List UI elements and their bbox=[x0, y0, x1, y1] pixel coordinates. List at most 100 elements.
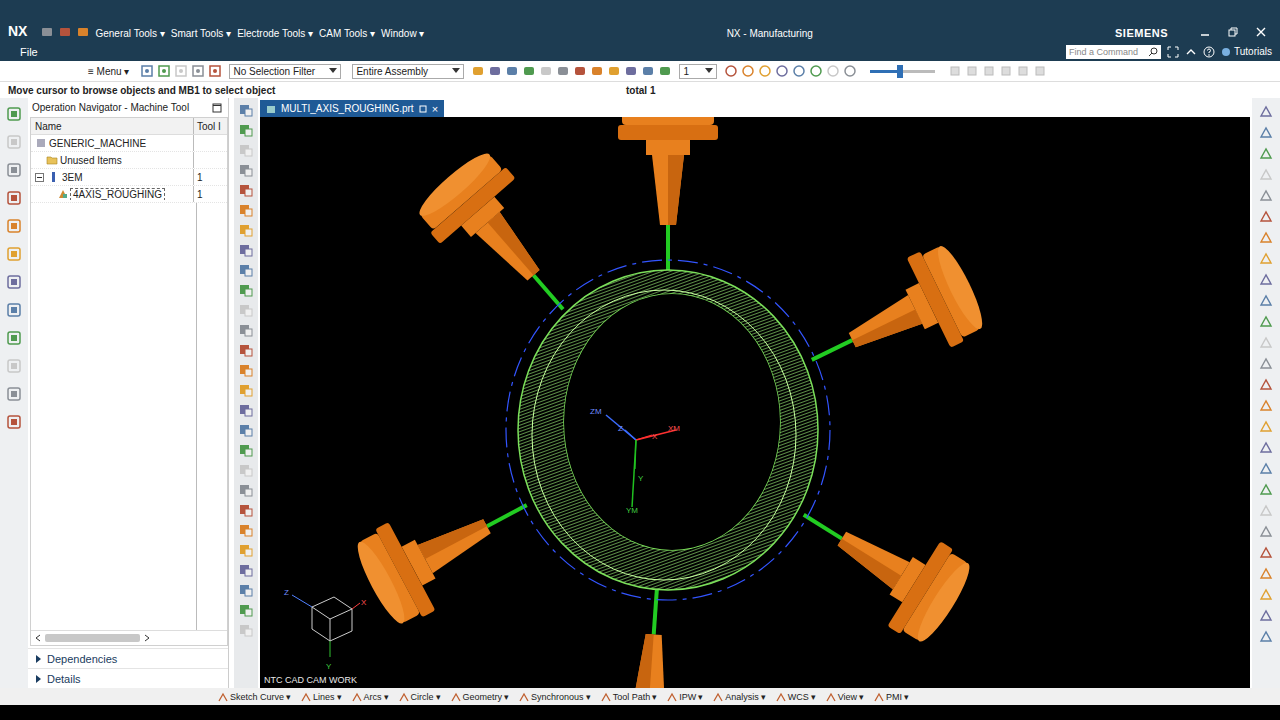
tutorials-link[interactable]: Tutorials bbox=[1221, 46, 1272, 57]
column-header[interactable]: Tool I bbox=[193, 118, 227, 134]
cam-command-icon[interactable] bbox=[238, 222, 254, 238]
snap-icon[interactable] bbox=[624, 64, 638, 78]
navigator-row[interactable]: 3EM1 bbox=[31, 169, 227, 186]
minimize-icon[interactable] bbox=[1200, 27, 1210, 37]
sketch-command-icon[interactable] bbox=[1258, 104, 1274, 120]
view-icon[interactable] bbox=[843, 64, 857, 78]
snap-icon[interactable] bbox=[658, 64, 672, 78]
cam-command-icon[interactable] bbox=[238, 142, 254, 158]
bottom-menu[interactable]: Arcs ▾ bbox=[352, 692, 389, 702]
quick-access-menu[interactable]: CAM Tools ▾ bbox=[319, 28, 375, 39]
sketch-command-icon[interactable] bbox=[1258, 524, 1274, 540]
help-icon[interactable] bbox=[1203, 46, 1215, 58]
resource-tab-icon[interactable] bbox=[6, 330, 22, 346]
cam-command-icon[interactable] bbox=[238, 542, 254, 558]
expand-toggle[interactable] bbox=[35, 173, 44, 182]
sketch-command-icon[interactable] bbox=[1258, 482, 1274, 498]
resource-tab-icon[interactable] bbox=[6, 358, 22, 374]
cam-command-icon[interactable] bbox=[238, 602, 254, 618]
cam-command-icon[interactable] bbox=[238, 402, 254, 418]
selection-filter-dropdown[interactable]: No Selection Filter bbox=[229, 64, 341, 79]
sketch-command-icon[interactable] bbox=[1258, 629, 1274, 645]
utility-icon[interactable] bbox=[965, 64, 979, 78]
close-tab-button[interactable]: × bbox=[432, 103, 438, 115]
view-icon[interactable] bbox=[809, 64, 823, 78]
sketch-command-icon[interactable] bbox=[1258, 188, 1274, 204]
nx-logo[interactable]: NX bbox=[8, 23, 27, 39]
navigator-row[interactable]: 4AXIS_ROUGHING1 bbox=[31, 186, 227, 203]
document-tab[interactable]: MULTI_AXIS_ROUGHING.prt× bbox=[260, 100, 444, 117]
menu-button[interactable]: ≡ Menu ▾ bbox=[88, 66, 129, 77]
graphics-window[interactable]: ZMZXMXYYMZXYNTC CAD CAM WORK bbox=[260, 117, 1250, 688]
sketch-command-icon[interactable] bbox=[1258, 251, 1274, 267]
view-icon[interactable] bbox=[775, 64, 789, 78]
file-menu[interactable]: File bbox=[20, 46, 38, 58]
cam-command-icon[interactable] bbox=[238, 322, 254, 338]
resource-tab-icon[interactable] bbox=[6, 246, 22, 262]
cam-command-icon[interactable] bbox=[238, 122, 254, 138]
utility-icon[interactable] bbox=[1016, 64, 1030, 78]
quick-access-icon[interactable] bbox=[41, 26, 53, 38]
cam-command-icon[interactable] bbox=[238, 482, 254, 498]
sketch-command-icon[interactable] bbox=[1258, 377, 1274, 393]
bottom-menu[interactable]: WCS ▾ bbox=[776, 692, 816, 702]
animation-speed-slider[interactable] bbox=[870, 70, 935, 73]
command-finder[interactable]: Find a Command bbox=[1066, 45, 1161, 59]
view-icon[interactable] bbox=[741, 64, 755, 78]
resource-tab-icon[interactable] bbox=[6, 134, 22, 150]
sketch-command-icon[interactable] bbox=[1258, 272, 1274, 288]
resource-tab-icon[interactable] bbox=[6, 274, 22, 290]
cam-command-icon[interactable] bbox=[238, 442, 254, 458]
resource-tab-icon[interactable] bbox=[6, 302, 22, 318]
bottom-menu[interactable]: PMI ▾ bbox=[874, 692, 909, 702]
selection-icon[interactable] bbox=[174, 64, 188, 78]
snap-icon[interactable] bbox=[641, 64, 655, 78]
sketch-command-icon[interactable] bbox=[1258, 146, 1274, 162]
selection-icon[interactable] bbox=[140, 64, 154, 78]
sketch-command-icon[interactable] bbox=[1258, 440, 1274, 456]
cam-command-icon[interactable] bbox=[238, 242, 254, 258]
quick-access-menu[interactable]: Electrode Tools ▾ bbox=[237, 28, 313, 39]
sketch-command-icon[interactable] bbox=[1258, 566, 1274, 582]
navigator-section[interactable]: Details bbox=[28, 668, 228, 688]
view-icon[interactable] bbox=[826, 64, 840, 78]
bottom-menu[interactable]: Tool Path ▾ bbox=[601, 692, 658, 702]
cam-command-icon[interactable] bbox=[238, 422, 254, 438]
navigator-row[interactable]: Unused Items bbox=[31, 152, 227, 169]
cam-command-icon[interactable] bbox=[238, 462, 254, 478]
snap-icon[interactable] bbox=[556, 64, 570, 78]
cam-command-icon[interactable] bbox=[238, 342, 254, 358]
sketch-command-icon[interactable] bbox=[1258, 398, 1274, 414]
bottom-menu[interactable]: Circle ▾ bbox=[399, 692, 441, 702]
sketch-command-icon[interactable] bbox=[1258, 209, 1274, 225]
cam-command-icon[interactable] bbox=[238, 562, 254, 578]
restore-icon[interactable] bbox=[1228, 27, 1238, 37]
cam-command-icon[interactable] bbox=[238, 182, 254, 198]
sketch-command-icon[interactable] bbox=[1258, 419, 1274, 435]
navigator-section[interactable]: Dependencies bbox=[28, 648, 228, 668]
sketch-command-icon[interactable] bbox=[1258, 167, 1274, 183]
cam-command-icon[interactable] bbox=[238, 162, 254, 178]
scroll-left-icon[interactable] bbox=[34, 634, 42, 642]
view-icon[interactable] bbox=[792, 64, 806, 78]
snap-icon[interactable] bbox=[590, 64, 604, 78]
bottom-menu[interactable]: Geometry ▾ bbox=[451, 692, 510, 702]
selection-icon[interactable] bbox=[191, 64, 205, 78]
utility-icon[interactable] bbox=[948, 64, 962, 78]
slider-thumb[interactable] bbox=[897, 65, 903, 78]
cam-command-icon[interactable] bbox=[238, 522, 254, 538]
bottom-menu[interactable]: View ▾ bbox=[826, 692, 864, 702]
sketch-command-icon[interactable] bbox=[1258, 587, 1274, 603]
quick-access-menu[interactable]: Window ▾ bbox=[381, 28, 424, 39]
scroll-right-icon[interactable] bbox=[143, 634, 151, 642]
bottom-menu[interactable]: IPW ▾ bbox=[667, 692, 703, 702]
bottom-menu[interactable]: Sketch Curve ▾ bbox=[218, 692, 291, 702]
maximize-panel-icon[interactable] bbox=[212, 103, 222, 113]
horizontal-scrollbar[interactable] bbox=[31, 630, 227, 645]
sketch-command-icon[interactable] bbox=[1258, 293, 1274, 309]
quick-access-menu[interactable]: General Tools ▾ bbox=[95, 28, 164, 39]
snap-icon[interactable] bbox=[522, 64, 536, 78]
resource-tab-icon[interactable] bbox=[6, 106, 22, 122]
resource-tab-icon[interactable] bbox=[6, 162, 22, 178]
bottom-menu[interactable]: Synchronous ▾ bbox=[519, 692, 591, 702]
